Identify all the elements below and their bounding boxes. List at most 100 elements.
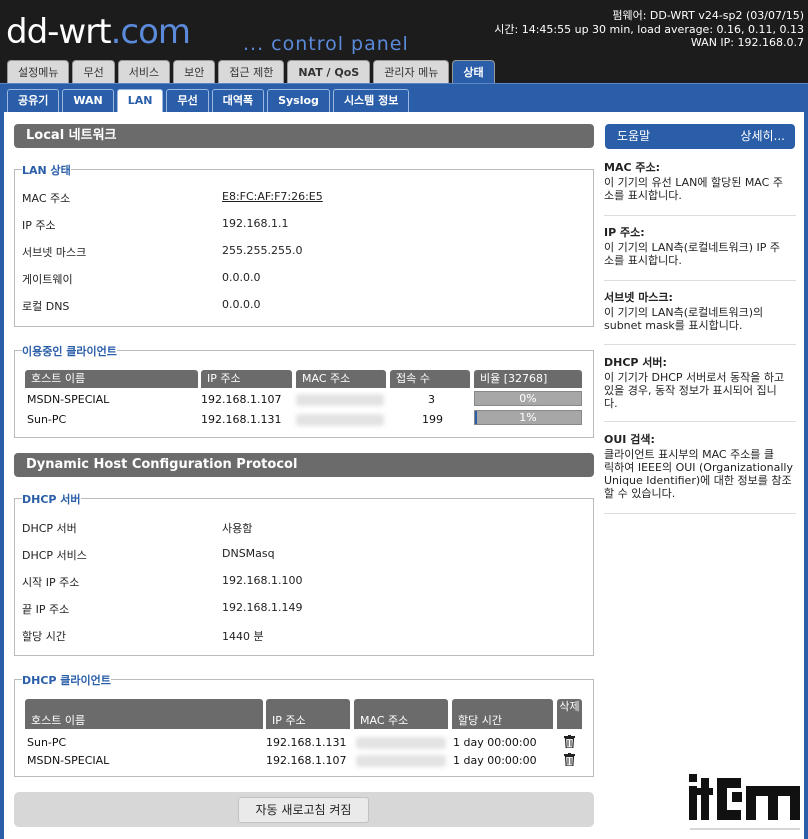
help-item-line: 다.	[604, 397, 618, 410]
lan-ip-label: IP 주소	[22, 219, 56, 232]
client-conns: 199	[422, 413, 443, 426]
dhcp-client-lease: 1 day 00:00:00	[453, 754, 537, 767]
dhcp-client-mac-redacted[interactable]	[356, 755, 446, 767]
dhcp-start-ip-label: 시작 IP 주소	[22, 576, 80, 589]
main-tabs: 설정메뉴 무선 서비스 보안 접근 제한 NAT / QoS 관리자 메뉴 상태	[7, 60, 495, 83]
lan-dns-label: 로컬 DNS	[22, 300, 70, 313]
help-item-line: 소를 표시합니다.	[604, 189, 682, 202]
help-item-subnet: 서브넷 마스크: 이 기기의 LAN측(로컬네트워크)의 subnet mask…	[604, 291, 794, 332]
help-item-mac: MAC 주소: 이 기기의 유선 LAN에 할당된 MAC 주 소를 표시합니다…	[604, 161, 794, 202]
dhcp-service-value: DNSMasq	[222, 547, 275, 560]
section-title-local-network: Local 네트워크	[14, 124, 594, 148]
help-item-title: IP 주소:	[604, 226, 645, 239]
th-dhcp-delete: 삭제	[557, 699, 582, 729]
th-ratio: 비율 [32768]	[474, 370, 582, 388]
dhcp-server-label: DHCP 서버	[22, 522, 77, 535]
help-header: 도움말 상세히...	[605, 124, 795, 149]
lan-ip-value: 192.168.1.1	[222, 217, 289, 230]
help-item-line: 이 기기가 DHCP 서버로서 동작을 하고	[604, 371, 785, 384]
dhcp-lease-label: 할당 시간	[22, 630, 66, 643]
trash-icon[interactable]	[564, 753, 575, 766]
help-item-dhcp: DHCP 서버: 이 기기가 DHCP 서버로서 동작을 하고 있을 경우, 동…	[604, 356, 794, 410]
subtab-lan[interactable]: LAN	[116, 89, 164, 112]
lan-mac-label: MAC 주소	[22, 192, 71, 205]
subtab-syslog[interactable]: Syslog	[267, 89, 330, 112]
help-item-line: 릭하여 IEEE의 OUI (Organizationally	[604, 461, 793, 474]
logo-dotcom: .com	[110, 12, 191, 52]
tab-security[interactable]: 보안	[173, 60, 216, 83]
help-item-line: 이 기기의 유선 LAN에 할당된 MAC 주	[604, 176, 783, 189]
help-item-title: DHCP 서버:	[604, 356, 667, 369]
tab-setup[interactable]: 설정메뉴	[7, 60, 70, 83]
dhcp-client-ip: 192.168.1.131	[266, 736, 347, 749]
help-item-ip: IP 주소: 이 기기의 LAN측(로컬네트워크) IP 주 소를 표시합니다.	[604, 226, 794, 267]
help-item-line: 이 기기의 LAN측(로컬네트워크) IP 주	[604, 241, 781, 254]
control-panel-subtitle: ... control panel	[243, 33, 409, 55]
client-conns: 3	[428, 393, 435, 406]
ddwrt-logo: dd-wrt.com	[6, 12, 191, 52]
help-more-link[interactable]: 상세히...	[740, 124, 785, 149]
tab-wireless[interactable]: 무선	[72, 60, 115, 83]
active-clients-legend: 이용중인 클라이언트	[22, 343, 117, 359]
sub-tabs: 공유기 WAN LAN 무선 대역폭 Syslog 시스템 정보	[7, 89, 410, 112]
dhcp-end-ip-value: 192.168.1.149	[222, 601, 303, 614]
help-divider	[604, 344, 796, 345]
client-ratio-bar: 1%	[474, 410, 582, 425]
lan-dns-value: 0.0.0.0	[222, 298, 261, 311]
th-ip: IP 주소	[201, 370, 292, 388]
help-item-line: 클라이언트 표시부의 MAC 주소를 클	[604, 448, 775, 461]
subtab-wan[interactable]: WAN	[62, 89, 114, 112]
dhcp-lease-value: 1440 분	[222, 630, 264, 643]
help-title: 도움말	[617, 129, 651, 143]
dhcp-server-legend: DHCP 서버	[22, 491, 81, 507]
help-divider	[604, 215, 796, 216]
subtab-sysinfo[interactable]: 시스템 정보	[332, 89, 410, 112]
help-item-line: subnet mask를 표시합니다.	[604, 319, 743, 332]
client-ratio-text: 1%	[519, 411, 537, 424]
client-mac-redacted[interactable]	[296, 394, 384, 406]
subtab-wireless[interactable]: 무선	[166, 89, 209, 112]
logo-main: dd-wrt	[6, 12, 112, 52]
client-host: MSDN-SPECIAL	[27, 393, 110, 406]
client-ratio-text: 0%	[519, 392, 537, 405]
dhcp-server-fieldset	[14, 498, 594, 656]
tab-administration[interactable]: 관리자 메뉴	[373, 60, 450, 83]
th-mac: MAC 주소	[296, 370, 386, 388]
help-item-title: 서브넷 마스크:	[604, 291, 673, 304]
help-divider	[604, 513, 796, 514]
trash-icon[interactable]	[564, 735, 575, 748]
tab-nat-qos[interactable]: NAT / QoS	[287, 60, 371, 83]
dhcp-client-mac-redacted[interactable]	[356, 737, 446, 749]
lan-subnet-value: 255.255.255.0	[222, 244, 303, 257]
dhcp-client-lease: 1 day 00:00:00	[453, 736, 537, 749]
lan-subnet-label: 서브넷 마스크	[22, 246, 87, 259]
dhcp-client-host: Sun-PC	[27, 736, 67, 749]
help-item-line: 이 기기의 LAN측(로컬네트워크)의	[604, 306, 764, 319]
dhcp-server-value: 사용함	[222, 522, 253, 535]
client-ip: 192.168.1.131	[201, 413, 282, 426]
header: dd-wrt.com ... control panel 펌웨어: DD-WRT…	[0, 0, 808, 60]
section-title-dhcp: Dynamic Host Configuration Protocol	[14, 453, 594, 477]
th-dhcp-lease: 할당 시간	[452, 699, 553, 729]
auto-refresh-button[interactable]: 자동 새로고침 켜짐	[238, 797, 369, 823]
client-host: Sun-PC	[27, 413, 67, 426]
client-ratio-bar: 0%	[474, 391, 582, 406]
subtab-router[interactable]: 공유기	[7, 89, 60, 112]
lan-gateway-value: 0.0.0.0	[222, 271, 261, 284]
subtab-bandwidth[interactable]: 대역폭	[211, 89, 265, 112]
th-dhcp-mac: MAC 주소	[354, 699, 448, 729]
tab-access-restrictions[interactable]: 접근 제한	[218, 60, 285, 83]
firmware-version: 펌웨어: DD-WRT v24-sp2 (03/07/15)	[612, 9, 804, 22]
lan-status-legend: LAN 상태	[22, 162, 71, 178]
help-item-line: Unique Identifier)에 대한 정보를 참조	[604, 474, 792, 487]
tab-status[interactable]: 상태	[452, 60, 495, 83]
lan-gateway-label: 게이트웨이	[22, 273, 73, 286]
help-divider	[604, 280, 796, 281]
dhcp-client-host: MSDN-SPECIAL	[27, 754, 110, 767]
client-mac-redacted[interactable]	[296, 414, 384, 426]
th-conns: 접속 수	[390, 370, 470, 388]
tab-services[interactable]: 서비스	[117, 60, 171, 83]
dhcp-start-ip-value: 192.168.1.100	[222, 574, 303, 587]
client-ip: 192.168.1.107	[201, 393, 282, 406]
lan-mac-value[interactable]: E8:FC:AF:F7:26:E5	[222, 190, 323, 203]
